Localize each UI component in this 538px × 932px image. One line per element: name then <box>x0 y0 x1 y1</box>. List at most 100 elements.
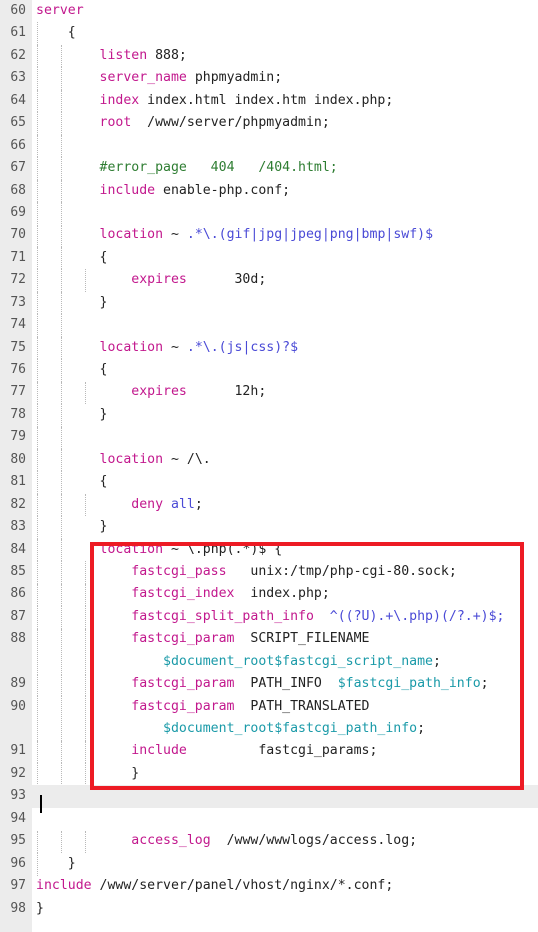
code-line[interactable]: 67 #error_page 404 /404.html; <box>0 157 538 180</box>
code-line[interactable]: 68 include enable-php.conf; <box>0 179 538 202</box>
code-token: listen <box>99 47 148 63</box>
code-line[interactable]: 87 fastcgi_split_path_info ^((?U).+\.php… <box>0 605 538 629</box>
code-line-text[interactable]: } <box>36 292 108 314</box>
code-token: all <box>171 496 195 512</box>
code-line[interactable]: 98} <box>0 897 538 920</box>
code-line-text[interactable]: { <box>36 471 108 493</box>
code-line-text[interactable]: } <box>36 898 44 920</box>
code-line[interactable]: 89 fastcgi_param PATH_INFO $fastcgi_path… <box>0 673 538 696</box>
code-line-text[interactable]: include enable-php.conf; <box>36 180 291 202</box>
code-token: PATH_TRANSLATED <box>234 698 370 714</box>
code-line[interactable]: 77 expires 12h; <box>0 381 538 404</box>
code-line[interactable]: 88 fastcgi_param SCRIPT_FILENAME $docume… <box>0 628 538 674</box>
line-number: 86 <box>0 583 26 606</box>
code-line[interactable]: 71 { <box>0 246 538 270</box>
code-line-text[interactable]: index index.html index.htm index.php; <box>36 90 394 112</box>
code-line-text-wrapped[interactable]: $document_root$fastcgi_script_name; <box>36 651 441 673</box>
code-line-text[interactable]: location ~ .*\.(gif|jpg|jpeg|png|bmp|swf… <box>36 224 434 246</box>
code-editor[interactable]: 60 server 61 {62 listen 888; 63 server_name… <box>0 0 538 932</box>
code-line-text[interactable] <box>36 314 100 336</box>
code-line-text[interactable]: listen 888; <box>36 45 187 67</box>
code-line[interactable]: 61 { <box>0 22 538 45</box>
code-line[interactable]: 91 include fastcgi_params; <box>0 740 538 763</box>
code-line[interactable]: 85 fastcgi_pass unix:/tmp/php-cgi-80.soc… <box>0 560 538 584</box>
code-lines-container[interactable]: 60 server 61 {62 listen 888; 63 server_name… <box>0 0 538 932</box>
code-line[interactable]: 82 deny all; <box>0 493 538 517</box>
code-line-text[interactable]: server_name phpmyadmin; <box>36 67 283 89</box>
code-line[interactable]: 97 include /www/server/panel/vhost/nginx/… <box>0 875 538 898</box>
code-line[interactable]: 76 { <box>0 359 538 382</box>
code-line-text[interactable]: location ~ \.php(.*)$ { <box>36 539 283 561</box>
code-line-text[interactable]: fastcgi_pass unix:/tmp/php-cgi-80.sock; <box>36 561 457 583</box>
code-token: /www/server/panel/vhost/nginx/*.conf; <box>91 878 394 894</box>
code-line-text[interactable]: expires 30d; <box>36 269 266 291</box>
line-number: 61 <box>0 22 26 45</box>
code-line[interactable]: 66 <box>0 134 538 158</box>
code-line-text[interactable]: } <box>36 763 139 785</box>
code-line-text[interactable]: } <box>36 516 108 538</box>
code-line-text[interactable]: root /www/server/phpmyadmin; <box>36 112 330 134</box>
code-line-text[interactable]: { <box>36 22 76 44</box>
code-line-text[interactable]: fastcgi_param PATH_INFO $fastcgi_path_in… <box>36 673 488 695</box>
code-line-text[interactable]: location ~ /\. <box>36 449 211 471</box>
code-line[interactable]: 84 location ~ \.php(.*)$ { <box>0 538 538 561</box>
code-line-text[interactable]: #error_page 404 /404.html; <box>36 157 338 179</box>
line-number: 94 <box>0 807 26 831</box>
code-line[interactable]: 78 } <box>0 403 538 427</box>
code-line-text[interactable]: include fastcgi_params; <box>36 740 377 762</box>
code-line[interactable]: 74 <box>0 314 538 337</box>
line-number: 62 <box>0 44 26 68</box>
code-line-text[interactable] <box>36 135 100 157</box>
code-line-text[interactable] <box>36 202 100 224</box>
code-token: 30d; <box>186 272 267 288</box>
code-line[interactable]: 86 fastcgi_index index.php; <box>0 583 538 606</box>
code-token: include <box>36 878 92 894</box>
code-line[interactable]: 62 listen 888; <box>0 44 538 68</box>
code-line[interactable]: 64 index index.html index.htm index.php; <box>0 89 538 113</box>
code-line[interactable]: 72 expires 30d; <box>0 269 538 292</box>
code-token: ; <box>433 653 441 669</box>
code-line-text[interactable]: fastcgi_param SCRIPT_FILENAME <box>36 628 369 650</box>
code-line-text-wrapped[interactable]: $document_root$fastcgi_path_info; <box>36 718 425 740</box>
code-line-current[interactable]: 93 <box>0 785 538 808</box>
code-line[interactable]: 96 } <box>0 852 538 876</box>
code-line[interactable]: 80 location ~ /\. <box>0 448 538 472</box>
code-line[interactable]: 79 <box>0 426 538 449</box>
code-line-text[interactable]: fastcgi_split_path_info ^((?U).+\.php)(/… <box>36 606 504 628</box>
code-token: fastcgi_param <box>131 631 235 647</box>
code-line-text[interactable]: include /www/server/panel/vhost/nginx/*.… <box>36 875 393 897</box>
code-line-text[interactable]: { <box>36 359 108 381</box>
code-line[interactable]: 92 } <box>0 762 538 786</box>
code-line-text[interactable]: fastcgi_param PATH_TRANSLATED <box>36 696 369 718</box>
code-line-text[interactable]: { <box>36 247 108 269</box>
code-line-text[interactable]: location ~ .*\.(js|css)?$ <box>36 337 299 359</box>
code-token: .*\.(gif|jpg|jpeg|png|bmp|swf)$ <box>186 227 434 243</box>
code-line-text[interactable] <box>36 426 100 448</box>
code-line[interactable]: 75 location ~ .*\.(js|css)?$ <box>0 336 538 359</box>
code-line-text[interactable]: deny all; <box>36 494 203 516</box>
line-number: 82 <box>0 493 26 517</box>
code-line[interactable]: 81 { <box>0 471 538 494</box>
code-line-text[interactable]: } <box>36 404 108 426</box>
code-line-text[interactable]: server <box>36 0 84 22</box>
code-line-text[interactable]: expires 12h; <box>36 381 266 403</box>
code-line[interactable]: 73 } <box>0 291 538 315</box>
code-token: access_log <box>131 833 211 849</box>
code-line[interactable]: 63 server_name phpmyadmin; <box>0 67 538 90</box>
line-number: 97 <box>0 875 26 898</box>
code-line[interactable]: 90 fastcgi_param PATH_TRANSLATED $docume… <box>0 695 538 741</box>
code-line-text[interactable]: fastcgi_index index.php; <box>36 583 330 605</box>
code-line-text[interactable]: } <box>36 853 76 875</box>
code-line[interactable]: 94 <box>0 807 538 831</box>
code-line[interactable]: 83 } <box>0 516 538 539</box>
code-token: } <box>36 900 44 916</box>
code-token: { <box>99 362 108 377</box>
code-line[interactable]: 95 access_log /www/wwwlogs/access.log; <box>0 830 538 853</box>
code-line[interactable]: 70 location ~ .*\.(gif|jpg|jpeg|png|bmp|… <box>0 224 538 247</box>
text-cursor <box>40 795 42 813</box>
code-line[interactable]: 65 root /www/server/phpmyadmin; <box>0 112 538 135</box>
line-number: 63 <box>0 67 26 90</box>
code-line-text[interactable]: access_log /www/wwwlogs/access.log; <box>36 830 417 852</box>
code-line[interactable]: 60 server <box>0 0 538 23</box>
code-line[interactable]: 69 <box>0 201 538 225</box>
